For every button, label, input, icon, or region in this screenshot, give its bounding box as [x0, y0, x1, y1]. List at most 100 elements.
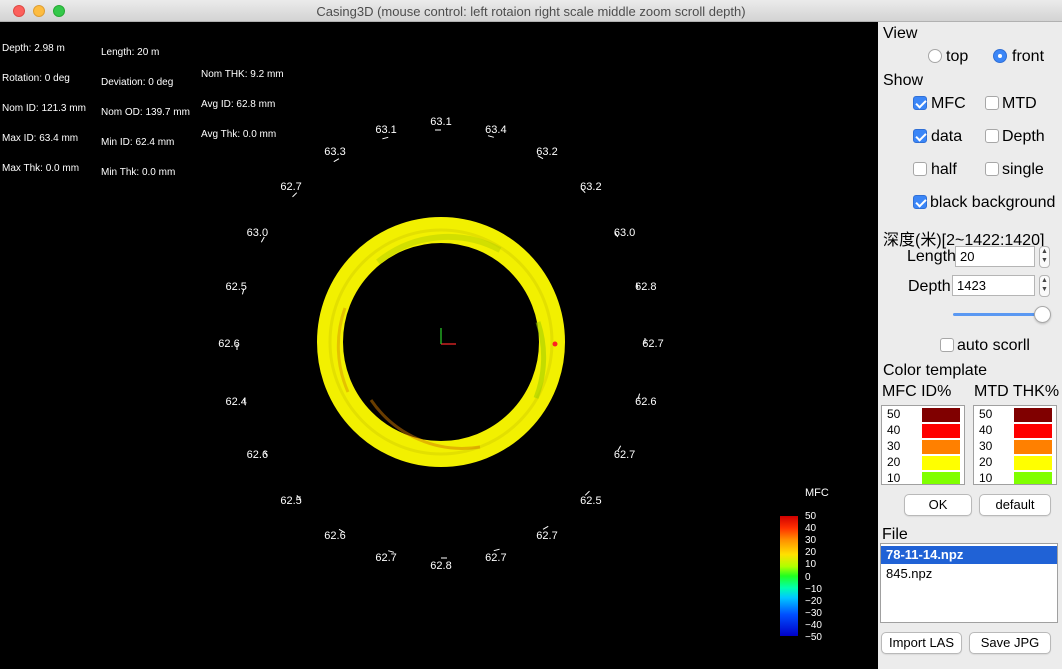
mfc-color-table[interactable]: 50 40 30 20 10 — [881, 405, 965, 485]
mfc-checkbox[interactable] — [913, 96, 927, 110]
black-background-checkbox[interactable] — [913, 195, 927, 209]
ring-value-label: 62.4 — [225, 395, 247, 408]
color-row[interactable]: 50 — [882, 406, 964, 422]
ring-value-label: 62.6 — [218, 338, 240, 350]
file-list[interactable]: 78-11-14.npz 845.npz — [880, 543, 1058, 623]
view-section-label: View — [883, 25, 918, 42]
ring-value-label: 63.0 — [613, 227, 636, 239]
data-label: data — [931, 128, 963, 145]
ring-value-label: 62.5 — [580, 495, 602, 507]
color-row[interactable]: 40 — [974, 422, 1056, 438]
color-swatch — [1014, 456, 1052, 470]
ring-value-label: 62.6 — [246, 449, 269, 461]
colorbar-tick-label: −30 — [805, 607, 822, 619]
ring-value-label: 63.3 — [324, 145, 346, 158]
ring-value-label: 62.7 — [536, 530, 558, 543]
default-button[interactable]: default — [979, 494, 1051, 516]
length-label: Length — [907, 248, 956, 265]
depth-input[interactable] — [952, 275, 1035, 296]
ring-value-label: 62.8 — [635, 280, 657, 293]
mfc-id-header: MFC ID% — [882, 383, 952, 400]
ring-tick-mark — [487, 135, 494, 138]
depth-show-label: Depth — [1002, 128, 1045, 145]
color-row[interactable]: 10 — [882, 470, 964, 484]
color-template-label: Color template — [883, 362, 988, 379]
3d-viewport[interactable]: Depth: 2.98 m Rotation: 0 deg Nom ID: 12… — [0, 22, 878, 669]
ok-button[interactable]: OK — [904, 494, 972, 516]
colorbar-title: MFC — [805, 487, 829, 499]
color-swatch — [922, 408, 960, 422]
colorbar-tick-label: 40 — [805, 523, 817, 535]
colorbar-tick-label: 10 — [805, 559, 817, 571]
ring-value-label: 62.7 — [375, 552, 397, 565]
single-checkbox[interactable] — [985, 162, 999, 176]
colorbar-tick-label: 0 — [805, 571, 811, 583]
view-front-radio[interactable] — [993, 49, 1007, 63]
mtd-thk-header: MTD THK% — [974, 383, 1060, 400]
color-swatch — [1014, 472, 1052, 484]
ring-tick-mark — [542, 525, 549, 530]
single-label: single — [1002, 161, 1044, 178]
ring-value-label: 62.7 — [613, 449, 636, 461]
ring-value-label: 63.1 — [430, 116, 452, 128]
ring-tick-mark — [333, 158, 340, 163]
import-las-button[interactable]: Import LAS — [881, 632, 962, 654]
color-row[interactable]: 40 — [882, 422, 964, 438]
ring-value-label: 62.7 — [642, 338, 664, 350]
view-top-label: top — [946, 48, 969, 65]
mtd-label: MTD — [1002, 95, 1037, 112]
half-checkbox[interactable] — [913, 162, 927, 176]
ring-value-label: 62.5 — [225, 280, 247, 293]
ring-value-label: 63.2 — [580, 181, 602, 193]
ring-value-label: 62.7 — [485, 552, 507, 565]
ring-tick-mark — [292, 192, 298, 198]
length-stepper[interactable]: ▲ ▼ — [1039, 246, 1050, 268]
ring-value-label: 62.8 — [430, 560, 452, 572]
mtd-checkbox[interactable] — [985, 96, 999, 110]
color-row[interactable]: 30 — [974, 438, 1056, 454]
color-row[interactable]: 30 — [882, 438, 964, 454]
data-checkbox[interactable] — [913, 129, 927, 143]
ring-tick-mark — [493, 548, 500, 552]
color-swatch — [922, 440, 960, 454]
ring-value-label: 63.0 — [246, 227, 269, 239]
title-bar: Casing3D (mouse control: left rotaion ri… — [0, 0, 1062, 22]
color-row[interactable]: 10 — [974, 470, 1056, 484]
ring-value-label: 62.7 — [280, 181, 302, 193]
file-item-78-11-14[interactable]: 78-11-14.npz — [881, 546, 1057, 564]
view-top-radio[interactable] — [928, 49, 942, 63]
mtd-color-table[interactable]: 50 40 30 20 10 — [973, 405, 1057, 485]
color-row[interactable]: 20 — [882, 454, 964, 470]
file-section-label: File — [882, 526, 908, 543]
save-jpg-button[interactable]: Save JPG — [969, 632, 1051, 654]
ring-value-label: 63.2 — [536, 145, 558, 158]
color-row[interactable]: 50 — [974, 406, 1056, 422]
depth-stepper[interactable]: ▲ ▼ — [1039, 275, 1050, 297]
ring-value-label: 62.6 — [324, 530, 346, 543]
colorbar-tick-label: 20 — [805, 547, 817, 559]
show-section-label: Show — [883, 72, 924, 89]
auto-scroll-label: auto scorll — [957, 337, 1030, 354]
depth-input-label: Depth — [908, 278, 951, 295]
ring-value-label: 63.4 — [485, 123, 507, 136]
colorbar-tick-label: −50 — [805, 632, 822, 643]
depth-checkbox[interactable] — [985, 129, 999, 143]
length-input[interactable] — [955, 246, 1035, 267]
file-item-845[interactable]: 845.npz — [881, 565, 1057, 583]
color-swatch — [1014, 424, 1052, 438]
color-swatch — [1014, 408, 1052, 422]
color-swatch — [922, 424, 960, 438]
depth-slider-track[interactable] — [953, 313, 1043, 316]
color-swatch — [1014, 440, 1052, 454]
black-background-label: black background — [930, 194, 1056, 211]
depth-slider-knob[interactable] — [1034, 306, 1051, 323]
colorbar-scale — [780, 516, 798, 636]
window-title: Casing3D (mouse control: left rotaion ri… — [316, 4, 746, 19]
ring-tick-mark — [382, 136, 389, 140]
color-swatch — [922, 456, 960, 470]
colorbar-tick-label: −10 — [805, 583, 822, 595]
view-front-label: front — [1012, 48, 1045, 65]
auto-scroll-checkbox[interactable] — [940, 338, 954, 352]
color-row[interactable]: 20 — [974, 454, 1056, 470]
colorbar-tick-label: 30 — [805, 535, 817, 547]
